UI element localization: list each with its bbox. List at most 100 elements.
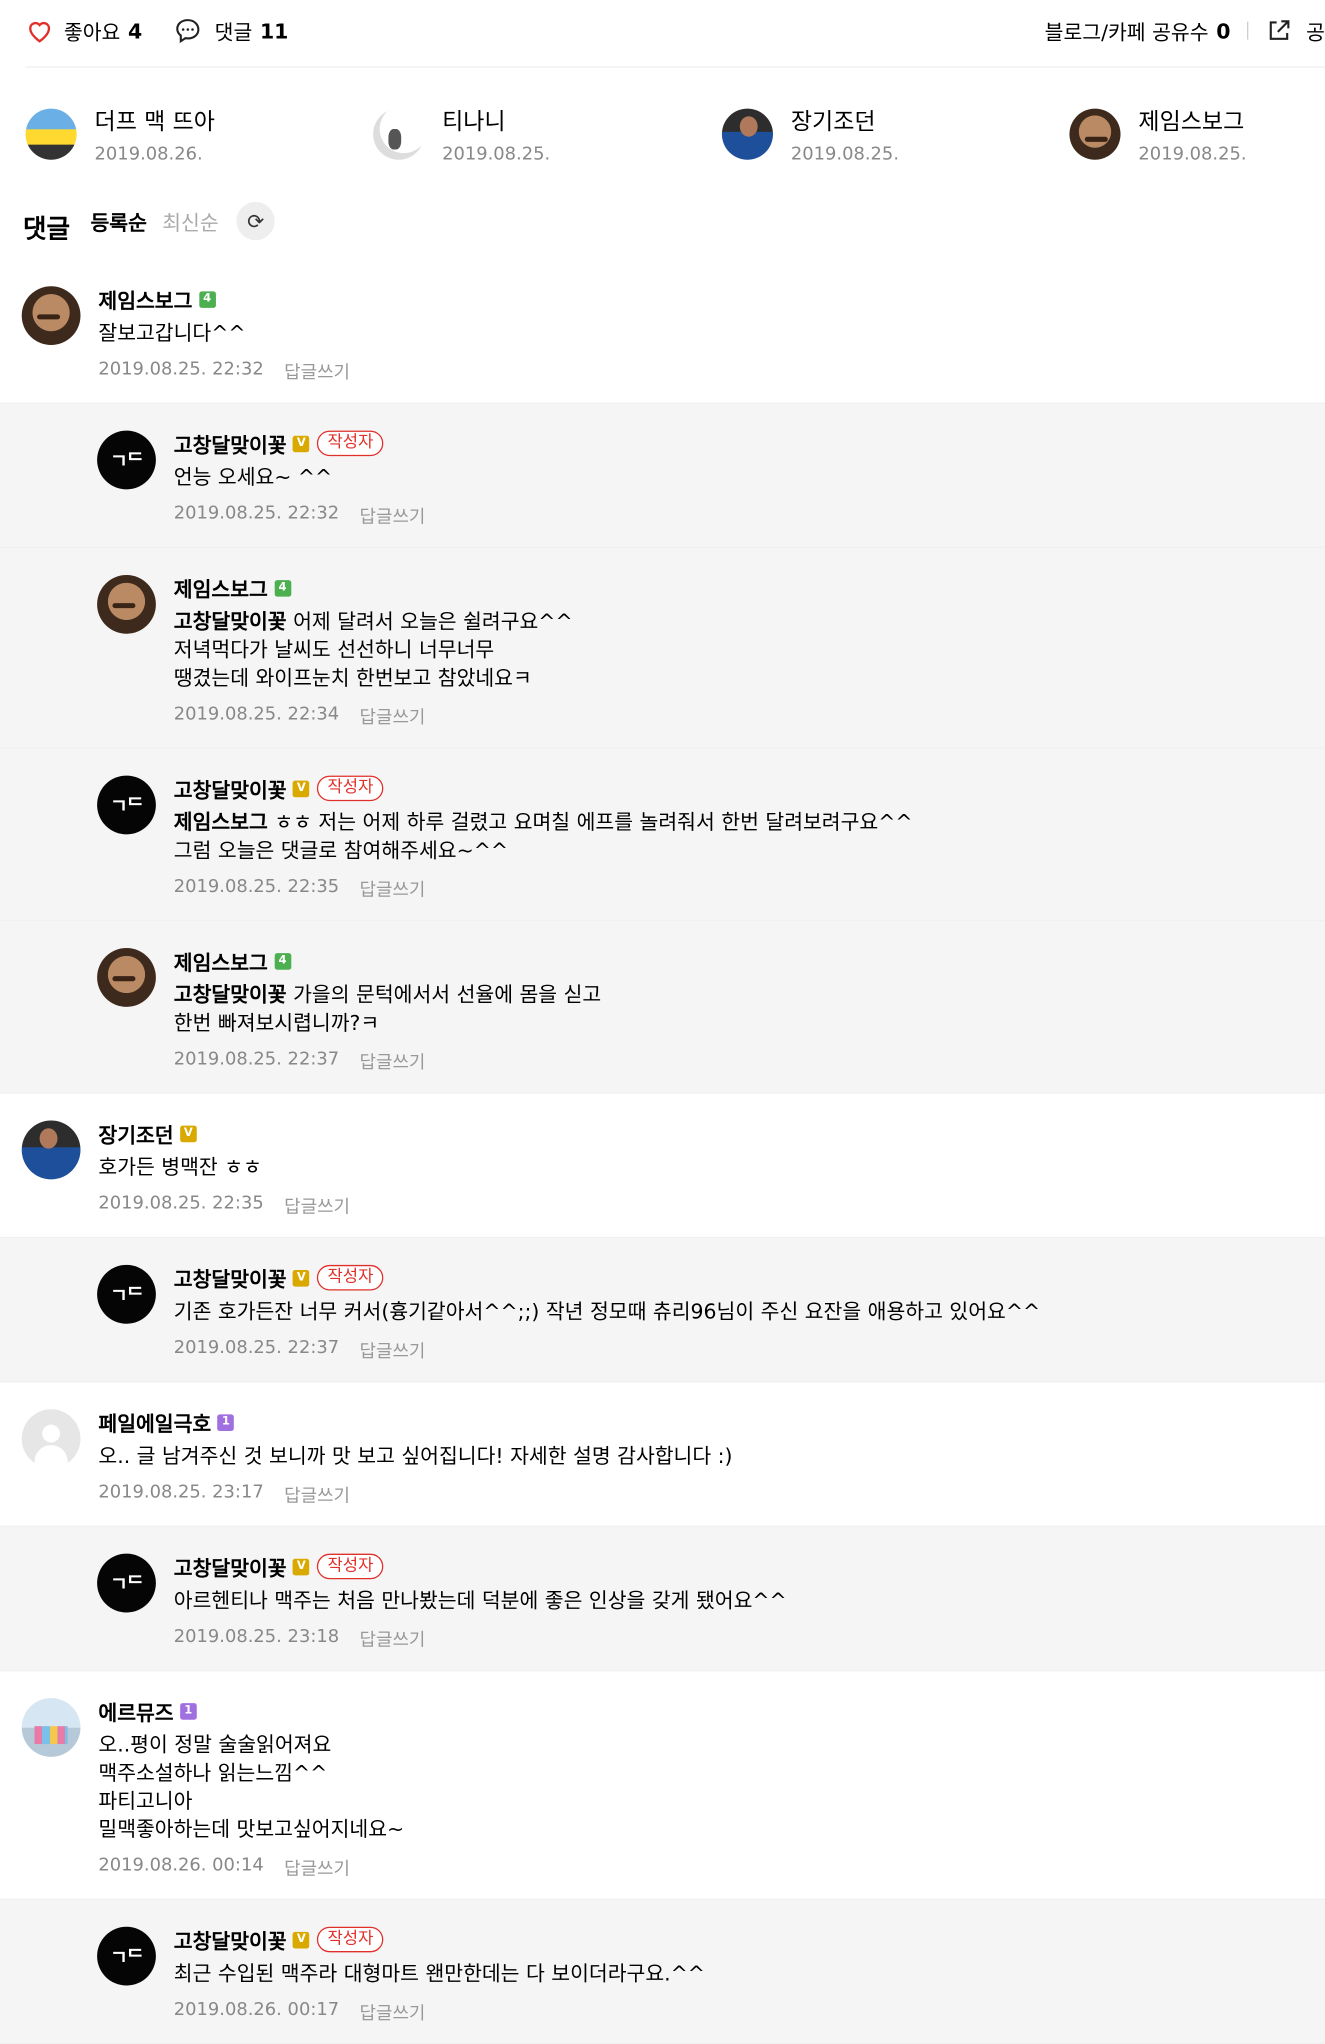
comment-meta: 제임스보그 4 [98,284,1325,315]
comment-meta: 제임스보그 4 [174,572,1325,603]
comment-author[interactable]: 고창달맞이꽃 [174,1551,287,1582]
comment-author[interactable]: 고창달맞이꽃 [174,773,287,804]
comment-author[interactable]: 제임스보그 [174,572,268,603]
reply-button[interactable]: 답글쓰기 [284,1482,350,1508]
comment-author[interactable]: 고창달맞이꽃 [174,428,287,459]
reply-item: 제임스보그 4 고창달맞이꽃 어제 달려서 오늘은 쉴려구요^^ 저녁먹다가 날씨도… [0,548,1325,749]
share-button[interactable]: 공 [1265,15,1325,46]
comment-text: 제임스보그 ㅎㅎ 저는 어제 하루 걸렸고 요며칠 에프를 놀려줘서 한번 달려… [174,809,1325,865]
avatar[interactable] [21,1698,81,1757]
comment-time: 2019.08.26. 00:14 [98,1855,264,1876]
action-bar: 좋아요 4 댓글 11 블로그/카페 공유수 0 공 [25,0,1325,68]
comment-meta: 고창달맞이꽃 V 작성자 [174,773,1325,804]
liker-name[interactable]: 제임스보그 [1138,109,1246,137]
avatar[interactable] [25,108,77,160]
avatar[interactable]: ㄱᄃ [97,430,156,490]
comment-author[interactable]: 고창달맞이꽃 [174,1262,287,1293]
comment-author[interactable]: 에르뮤즈 [98,1696,173,1727]
reply-button[interactable]: 답글쓰기 [360,2000,426,2026]
mention[interactable]: 제임스보그 [174,810,268,834]
comment-button[interactable]: 댓글 11 [174,15,288,46]
mention[interactable]: 고창달맞이꽃 [174,609,287,633]
avatar[interactable] [97,574,156,634]
reply-button[interactable]: 답글쓰기 [360,877,426,903]
comment-footer: 2019.08.25. 22:34 답글쓰기 [174,704,1325,730]
reply-button[interactable]: 답글쓰기 [284,359,350,385]
level-badge: V [293,1558,310,1575]
sort-latest[interactable]: 최신순 [162,206,218,237]
comment-text: 오.. 글 남겨주신 것 보니까 맛 보고 싶어집니다! 자세한 설명 감사합니… [98,1443,733,1469]
reply-item: ㄱᄃ 고창달맞이꽃 V 작성자 기존 호가든잔 너무 커서(흉기같아서^^;;) 작년 … [0,1238,1325,1383]
avatar[interactable] [21,1120,81,1180]
avatar[interactable] [721,108,774,160]
avatar[interactable]: ㄱᄃ [97,1926,156,1986]
liker-item[interactable]: 티나니 2019.08.25. [373,108,550,165]
avatar[interactable] [97,948,156,1007]
comment-author[interactable]: 제임스보그 [174,945,268,976]
comment-meta: 에르뮤즈 1 [98,1696,1325,1727]
share-count[interactable]: 블로그/카페 공유수 0 [1045,15,1231,46]
reply-button[interactable]: 답글쓰기 [360,1338,426,1364]
avatar[interactable] [373,108,425,160]
comment-label: 댓글 [214,20,253,45]
reply-button[interactable]: 답글쓰기 [284,1855,350,1881]
comment-author[interactable]: 장기조던 [98,1118,173,1149]
reply-button[interactable]: 답글쓰기 [360,1049,426,1075]
reply-item: ㄱᄃ 고창달맞이꽃 V 작성자 제임스보그 ㅎㅎ 저는 어제 하루 걸렸고 요며칠 에프… [0,748,1325,922]
liker-item[interactable]: 장기조던 2019.08.25. [721,108,899,165]
reply-button[interactable]: 답글쓰기 [360,1627,426,1653]
reply-button[interactable]: 답글쓰기 [284,1193,350,1219]
comment-author[interactable]: 고창달맞이꽃 [174,1924,287,1955]
avatar[interactable]: ㄱᄃ [97,1553,156,1613]
level-badge: V [293,1269,310,1287]
level-badge: 1 [217,1413,235,1431]
comment-time: 2019.08.25. 22:35 [173,876,340,897]
comment-footer: 2019.08.25. 23:17 답글쓰기 [98,1482,1325,1508]
avatar[interactable]: ㄱᄃ [97,775,156,835]
liker-name[interactable]: 장기조던 [791,109,899,137]
comment-time: 2019.08.25. 22:37 [173,1048,340,1070]
mention[interactable]: 고창달맞이꽃 [174,983,287,1007]
comment-text-content: ㅎㅎ 저는 어제 하루 걸렸고 요며칠 에프를 놀려줘서 한번 달려보려구요^^… [173,810,913,863]
comment-author[interactable]: 제임스보그 [98,284,192,315]
reply-item: ㄱᄃ 고창달맞이꽃 V 작성자최근 수입된 맥주라 대형마트 왠만한데는 다 보이더라… [0,1899,1325,2044]
sort-registered[interactable]: 등록순 [90,206,146,237]
level-badge: V [180,1125,197,1142]
liker-name[interactable]: 더프 맥 뜨아 [95,109,215,137]
reply-item: 제임스보그 4 고창달맞이꽃 가을의 문턱에서서 선율에 몸을 싣고 한번 빠져보시… [0,921,1325,1094]
liker-date: 2019.08.26. [94,144,203,165]
comment-time: 2019.08.25. 22:32 [173,503,340,524]
reply-button[interactable]: 답글쓰기 [360,503,426,529]
comment-footer: 2019.08.26. 00:14 답글쓰기 [98,1855,1325,1881]
level-badge: V [293,780,310,797]
comment-author[interactable]: 페일에일극호 [98,1407,211,1438]
avatar[interactable] [1069,108,1121,160]
speech-bubble-icon [176,19,200,44]
comment-item: 에르뮤즈 1 오..평이 정말 술술읽어져요 맥주소설하나 읽는느낌^^ 파티고니아… [0,1671,1325,1900]
comment-footer: 2019.08.25. 22:35 답글쓰기 [174,877,1325,903]
comment-meta: 페일에일극호 1 [98,1407,1325,1438]
liker-item[interactable]: 제임스보그 2019.08.25. [1069,108,1247,165]
comment-body: 고창달맞이꽃 V 작성자최근 수입된 맥주라 대형마트 왠만한데는 다 보이더라구요… [173,1924,1325,2026]
share-label: 공 [1306,20,1325,45]
avatar[interactable] [21,1409,81,1469]
comment-text: 호가든 병맥잔 ㅎㅎ [98,1155,262,1180]
liker-item[interactable]: 더프 맥 뜨아 2019.08.26. [25,108,215,165]
like-button[interactable]: 좋아요 4 [26,15,142,46]
comment-time: 2019.08.25. 22:32 [98,359,264,380]
comment-text: 아르헨티나 맥주는 처음 만나봤는데 덕분에 좋은 인상을 갖게 됐어요^^ [173,1588,787,1613]
comment-time: 2019.08.25. 22:37 [173,1337,340,1359]
avatar[interactable] [21,286,81,345]
page: 좋아요 4 댓글 11 블로그/카페 공유수 0 공 더프 맥 뜨아 2019.… [0,0,1325,2044]
liker-name[interactable]: 티나니 [442,109,550,137]
comment-text: 최근 수입된 맥주라 대형마트 왠만한데는 다 보이더라구요.^^ [173,1961,705,1986]
comment-meta: 장기조던 V [98,1121,1325,1147]
comment-meta: 고창달맞이꽃 V 작성자 [174,1924,1325,1955]
writer-badge: 작성자 [317,1553,384,1580]
writer-badge: 작성자 [317,430,384,457]
comment-item: 제임스보그 4 잘보고갑니다^^ 2019.08.25. 22:32 답글쓰기 [0,259,1325,404]
reply-button[interactable]: 답글쓰기 [360,704,426,730]
refresh-icon[interactable]: ⟳ [236,201,275,241]
liker-date: 2019.08.25. [1138,144,1247,165]
avatar[interactable]: ㄱᄃ [97,1264,156,1324]
